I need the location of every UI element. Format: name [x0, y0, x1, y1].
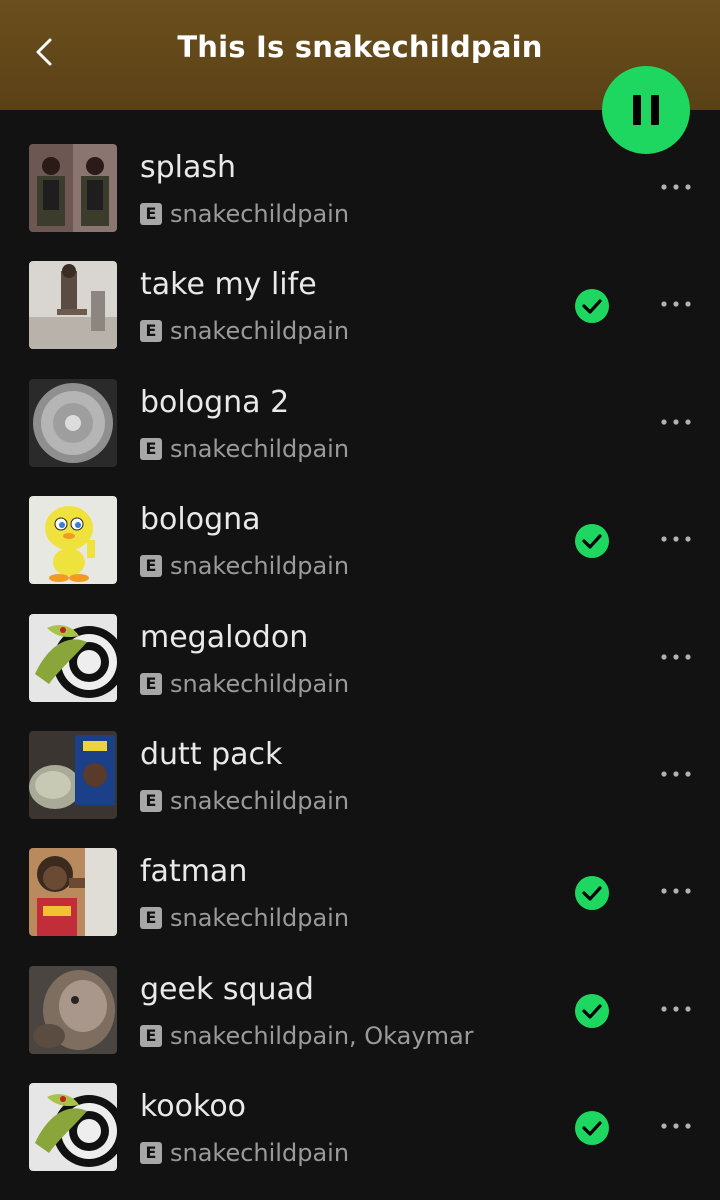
more-options-icon[interactable]: [656, 759, 696, 789]
more-options-icon[interactable]: [656, 994, 696, 1024]
track-title: fatman: [140, 854, 248, 890]
track-row[interactable]: bologna 2 E snakechildpain: [0, 363, 720, 480]
track-row[interactable]: dutt pack E snakechildpain: [0, 715, 720, 832]
track-meta: E snakechildpain: [140, 434, 349, 464]
album-art: [29, 144, 117, 232]
more-options-icon[interactable]: [656, 407, 696, 437]
downloaded-check-icon: [575, 1111, 609, 1146]
track-title: kookoo: [140, 1089, 247, 1125]
more-options-icon[interactable]: [656, 642, 696, 672]
album-art: [29, 730, 117, 819]
more-options-icon[interactable]: [656, 289, 696, 319]
explicit-badge: E: [140, 437, 162, 460]
track-title: take my life: [140, 267, 317, 303]
track-meta: E snakechildpain: [140, 199, 349, 229]
track-title: bologna 2: [140, 384, 290, 420]
track-row[interactable]: kookoo E snakechildpain: [0, 1067, 720, 1184]
track-meta: E snakechildpain: [140, 551, 349, 581]
track-meta: E snakechildpain: [140, 786, 349, 816]
downloaded-check-icon: [575, 993, 609, 1028]
track-row[interactable]: geek squad E snakechildpain, Okaymar: [0, 950, 720, 1067]
track-row[interactable]: splash E snakechildpain: [0, 128, 720, 245]
track-artist: snakechildpain: [170, 786, 350, 815]
track-row[interactable]: bologna E snakechildpain: [0, 480, 720, 597]
explicit-badge: E: [140, 672, 162, 695]
track-artist: snakechildpain: [170, 904, 350, 933]
track-title: splash: [140, 150, 237, 185]
track-artist: snakechildpain, Okaymar: [170, 1021, 474, 1050]
track-meta: E snakechildpain: [140, 1138, 349, 1168]
track-meta: E snakechildpain: [140, 669, 349, 699]
pause-button[interactable]: [602, 66, 690, 154]
track-list: splash E snakechildpain take my life E s…: [0, 128, 720, 1185]
explicit-badge: E: [140, 555, 162, 578]
track-title: dutt pack: [140, 736, 283, 772]
explicit-badge: E: [140, 1024, 162, 1047]
track-title: bologna: [140, 502, 261, 538]
track-title: geek squad: [140, 971, 314, 1007]
explicit-badge: E: [140, 203, 162, 225]
album-art: [29, 261, 117, 350]
album-art: [29, 378, 117, 467]
track-artist: snakechildpain: [170, 552, 350, 581]
track-row[interactable]: fatman E snakechildpain: [0, 832, 720, 949]
pause-icon: [633, 95, 641, 125]
track-artist: snakechildpain: [170, 200, 350, 228]
track-meta: E snakechildpain: [140, 316, 349, 346]
album-art: [29, 1083, 117, 1172]
track-artist: snakechildpain: [170, 669, 350, 698]
page-title: This Is snakechildpain: [177, 30, 543, 64]
more-options-icon[interactable]: [656, 1111, 696, 1141]
track-title: megalodon: [140, 619, 309, 655]
track-artist: snakechildpain: [170, 1139, 350, 1168]
track-meta: E snakechildpain: [140, 903, 349, 933]
album-art: [29, 613, 117, 702]
album-art: [29, 965, 117, 1054]
album-art: [29, 848, 117, 937]
downloaded-check-icon: [575, 289, 609, 324]
downloaded-check-icon: [575, 524, 609, 559]
track-artist: snakechildpain: [170, 434, 350, 463]
album-art: [29, 496, 117, 585]
explicit-badge: E: [140, 789, 162, 812]
explicit-badge: E: [140, 907, 162, 930]
more-options-icon[interactable]: [656, 876, 696, 906]
explicit-badge: E: [140, 1142, 162, 1165]
track-row[interactable]: take my life E snakechildpain: [0, 245, 720, 362]
more-options-icon[interactable]: [656, 172, 696, 202]
track-row[interactable]: megalodon E snakechildpain: [0, 598, 720, 715]
track-meta: E snakechildpain, Okaymar: [140, 1021, 474, 1051]
explicit-badge: E: [140, 320, 162, 343]
more-options-icon[interactable]: [656, 524, 696, 554]
track-artist: snakechildpain: [170, 317, 350, 346]
downloaded-check-icon: [575, 876, 609, 911]
